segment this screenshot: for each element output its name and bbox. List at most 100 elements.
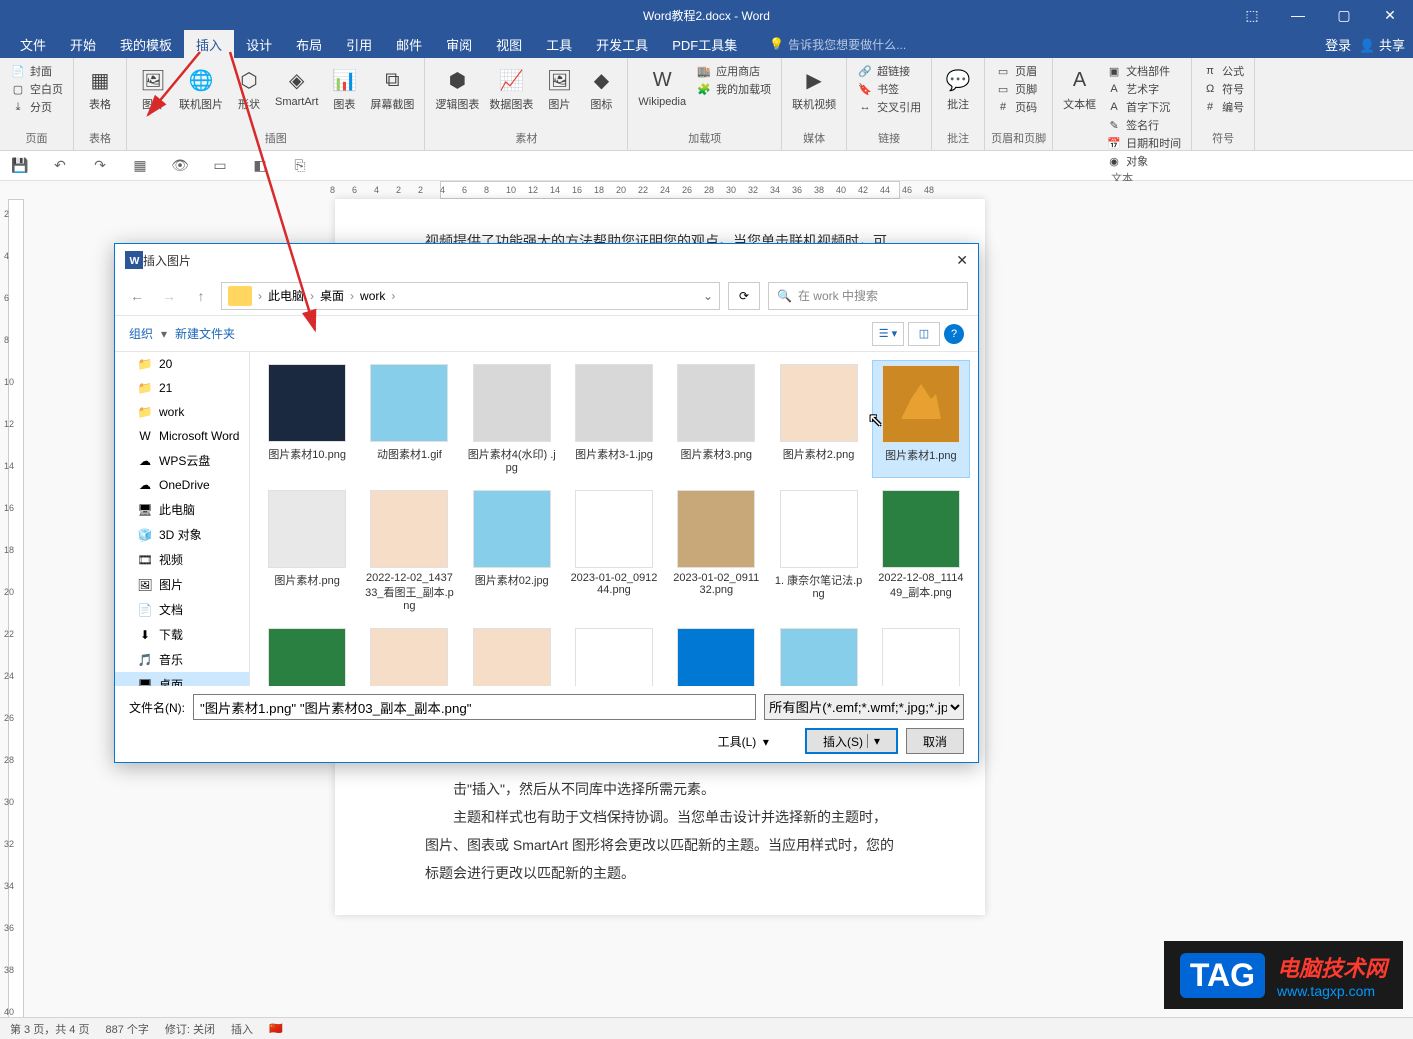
track-changes-status[interactable]: 修订: 关闭	[165, 1021, 215, 1037]
ribbon-文本框[interactable]: A文本框	[1059, 62, 1100, 170]
ribbon-交叉引用[interactable]: ↔交叉引用	[853, 98, 925, 116]
tab-PDF工具集[interactable]: PDF工具集	[660, 30, 749, 58]
new-folder-button[interactable]: 新建文件夹	[175, 325, 235, 342]
minimize-button[interactable]: —	[1275, 0, 1321, 30]
qat-icon[interactable]: ▭	[210, 156, 230, 176]
sidebar-item-work[interactable]: 📁work	[115, 400, 249, 424]
view-options-icon[interactable]: ☰ ▾	[872, 322, 904, 346]
ribbon-文档部件[interactable]: ▣文档部件	[1102, 62, 1185, 80]
sidebar-item-视频[interactable]: 🎞视频	[115, 547, 249, 572]
ribbon-公式[interactable]: π公式	[1198, 62, 1248, 80]
file-item[interactable]	[667, 624, 765, 686]
file-item[interactable]	[360, 624, 458, 686]
tab-开始[interactable]: 开始	[58, 30, 108, 58]
ribbon-我的加载项[interactable]: 🧩我的加载项	[692, 80, 775, 98]
tools-button[interactable]: 工具(L) ▾	[718, 733, 769, 750]
file-item[interactable]: 图片素材4(水印) .jpg	[463, 360, 561, 478]
maximize-button[interactable]: ▢	[1321, 0, 1367, 30]
ribbon-页脚[interactable]: ▭页脚	[991, 80, 1041, 98]
ribbon-签名行[interactable]: ✎签名行	[1102, 116, 1185, 134]
cancel-button[interactable]: 取消	[906, 728, 964, 754]
tab-设计[interactable]: 设计	[234, 30, 284, 58]
tab-文件[interactable]: 文件	[8, 30, 58, 58]
ribbon-编号[interactable]: #编号	[1198, 98, 1248, 116]
sidebar-item-20[interactable]: 📁20	[115, 352, 249, 376]
ribbon-SmartArt[interactable]: ◈SmartArt	[271, 62, 322, 114]
sidebar-item-3D 对象[interactable]: 🧊3D 对象	[115, 522, 249, 547]
ribbon-封面[interactable]: 📄封面	[6, 62, 67, 80]
close-button[interactable]: ✕	[1367, 0, 1413, 30]
tab-插入[interactable]: 插入	[184, 30, 234, 58]
file-item[interactable]: 2022-12-02_143733_看图王_副本.png	[360, 486, 458, 616]
file-item[interactable]: 2022-12-08_111449_副本.png	[872, 486, 970, 616]
file-item[interactable]: 图片素材02.jpg	[463, 486, 561, 616]
sidebar-item-21[interactable]: 📁21	[115, 376, 249, 400]
ribbon-批注[interactable]: 💬批注	[938, 62, 978, 114]
breadcrumb-path[interactable]: › 此电脑 › 桌面 › work › ⌄	[221, 282, 720, 310]
filename-input[interactable]	[193, 694, 756, 720]
sidebar-item-此电脑[interactable]: 🖥此电脑	[115, 497, 249, 522]
qat-icon[interactable]: ⎘	[290, 156, 310, 176]
file-grid[interactable]: 图片素材10.png动图素材1.gif图片素材4(水印) .jpg图片素材3-1…	[250, 352, 978, 686]
ribbon-联机视频[interactable]: ▶联机视频	[788, 62, 840, 114]
file-item[interactable]	[258, 624, 356, 686]
ribbon-屏幕截图[interactable]: ⧉屏幕截图	[366, 62, 418, 114]
file-item[interactable]	[769, 624, 867, 686]
file-item[interactable]	[565, 624, 663, 686]
sidebar-item-桌面[interactable]: 🖥桌面	[115, 672, 249, 686]
insert-mode[interactable]: 插入	[231, 1021, 253, 1037]
tab-引用[interactable]: 引用	[334, 30, 384, 58]
share-button[interactable]: 👤 共享	[1359, 35, 1405, 54]
qat-icon[interactable]: 👁	[170, 156, 190, 176]
ribbon-超链接[interactable]: 🔗超链接	[853, 62, 925, 80]
dropdown-icon[interactable]: ⌄	[703, 289, 713, 303]
ribbon-图表[interactable]: 📊图表	[324, 62, 364, 114]
file-item[interactable]: 2023-01-02_091132.png	[667, 486, 765, 616]
file-item[interactable]: 2023-01-02_091244.png	[565, 486, 663, 616]
help-icon[interactable]: ?	[944, 324, 964, 344]
save-icon[interactable]: 💾	[10, 156, 30, 176]
ribbon-图片[interactable]: 🖼图片	[133, 62, 173, 114]
breadcrumb[interactable]: work	[360, 289, 385, 303]
file-item[interactable]: 图片素材.png	[258, 486, 356, 616]
file-item[interactable]	[872, 624, 970, 686]
dialog-close-icon[interactable]: ✕	[956, 252, 968, 269]
ribbon-书签[interactable]: 🔖书签	[853, 80, 925, 98]
ribbon-逻辑图表[interactable]: ⬢逻辑图表	[431, 62, 483, 114]
ribbon-表格[interactable]: ▦表格	[80, 62, 120, 114]
file-item[interactable]: 图片素材3.png	[667, 360, 765, 478]
file-item[interactable]: 1. 康奈尔笔记法.png	[769, 486, 867, 616]
refresh-icon[interactable]: ⟳	[728, 282, 760, 310]
tab-邮件[interactable]: 邮件	[384, 30, 434, 58]
insert-button[interactable]: 插入(S)▾	[805, 728, 898, 754]
undo-icon[interactable]: ↶	[50, 156, 70, 176]
ribbon-图片[interactable]: 🖼图片	[539, 62, 579, 114]
breadcrumb[interactable]: 桌面	[320, 287, 344, 304]
back-icon[interactable]: ←	[125, 288, 149, 304]
file-item[interactable]: 图片素材3-1.jpg	[565, 360, 663, 478]
ribbon-联机图片[interactable]: 🌐联机图片	[175, 62, 227, 114]
forward-icon[interactable]: →	[157, 288, 181, 304]
ribbon-display-options[interactable]: ⬚	[1229, 0, 1275, 30]
dialog-titlebar[interactable]: W 插入图片 ✕	[115, 244, 978, 276]
ribbon-日期和时间[interactable]: 📅日期和时间	[1102, 134, 1185, 152]
file-type-filter[interactable]: 所有图片(*.emf;*.wmf;*.jpg;*.jp	[764, 694, 964, 720]
ribbon-对象[interactable]: ◉对象	[1102, 152, 1185, 170]
tell-me-box[interactable]: 💡 告诉我您想要做什么...	[769, 30, 906, 58]
tab-开发工具[interactable]: 开发工具	[584, 30, 660, 58]
file-item[interactable]: 图片素材1.png	[872, 360, 970, 478]
sidebar-item-OneDrive[interactable]: ☁OneDrive	[115, 473, 249, 497]
qat-icon[interactable]: ◧	[250, 156, 270, 176]
file-item[interactable]: 图片素材10.png	[258, 360, 356, 478]
file-item[interactable]: 图片素材2.png	[769, 360, 867, 478]
sidebar-item-图片[interactable]: 🖼图片	[115, 572, 249, 597]
tab-我的模板[interactable]: 我的模板	[108, 30, 184, 58]
search-input[interactable]: 🔍 在 work 中搜索	[768, 282, 968, 310]
sidebar-item-WPS云盘[interactable]: ☁WPS云盘	[115, 448, 249, 473]
ribbon-艺术字[interactable]: A艺术字	[1102, 80, 1185, 98]
sidebar-item-下载[interactable]: ⬇下载	[115, 622, 249, 647]
tab-视图[interactable]: 视图	[484, 30, 534, 58]
ribbon-空白页[interactable]: ▢空白页	[6, 80, 67, 98]
qat-icon[interactable]: ▦	[130, 156, 150, 176]
page-count[interactable]: 第 3 页，共 4 页	[10, 1021, 89, 1037]
